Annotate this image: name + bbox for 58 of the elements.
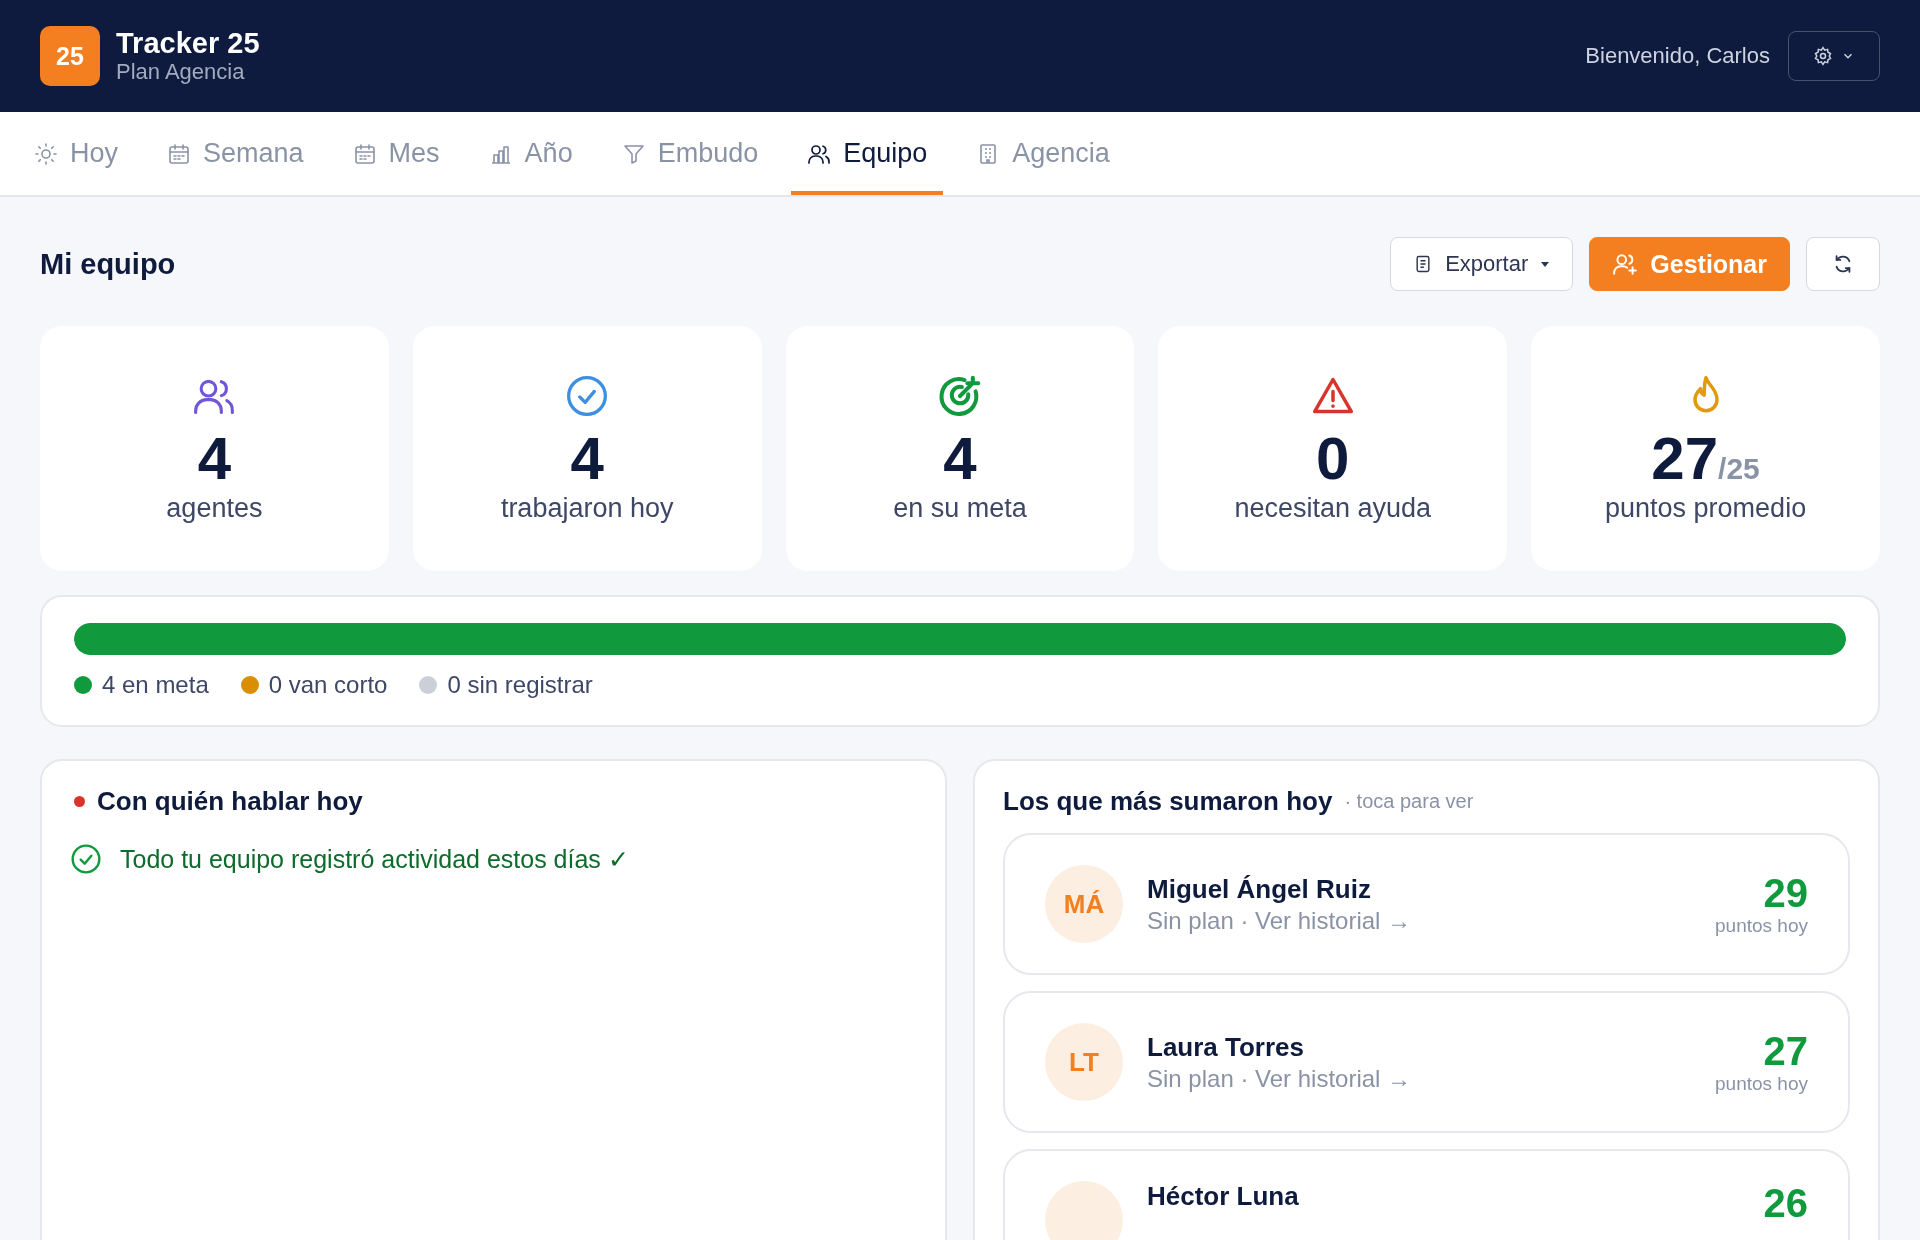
page-title: Mi equipo — [40, 247, 176, 281]
tab[interactable]: Año — [472, 112, 589, 195]
legend-label: 4 en meta — [102, 671, 209, 699]
settings-icon — [1813, 46, 1833, 66]
welcome-text: Bienvenido, Carlos — [1585, 43, 1770, 69]
tab[interactable]: Semana — [151, 112, 320, 195]
legend-label: 0 van corto — [268, 671, 388, 699]
plan-name: Plan Agencia — [116, 59, 246, 85]
check-circle-icon — [70, 843, 102, 875]
calendar-icon — [167, 141, 191, 166]
tab[interactable]: Hoy — [18, 112, 134, 195]
caret-icon — [1540, 259, 1551, 269]
panel-title: Los que más sumaron hoy — [1003, 785, 1333, 817]
agent-name: Laura Torres — [1147, 1031, 1305, 1063]
target-icon — [938, 373, 982, 418]
agent-row[interactable]: LT Laura Torres Sin plan · Ver historial → 27 puntos hoy — [1003, 991, 1850, 1133]
panel-hint: · toca para ver — [1344, 789, 1474, 813]
manage-button[interactable]: Gestionar — [1589, 237, 1790, 291]
tab[interactable]: Equipo — [791, 112, 944, 195]
tab[interactable]: Embudo — [605, 112, 775, 195]
agent-detail: Sin plan · Ver historial → — [1147, 1064, 1413, 1093]
points-label: puntos hoy — [1715, 1073, 1808, 1095]
stat-label: necesitan ayuda — [1234, 492, 1432, 524]
tab[interactable]: Agencia — [960, 112, 1126, 195]
avatar: LT — [1045, 1023, 1123, 1101]
points-value: 27 — [1763, 1029, 1808, 1073]
agent-name: Miguel Ángel Ruiz — [1147, 873, 1372, 905]
app-title: Tracker 25 — [116, 27, 260, 59]
stat-label: trabajaron hoy — [500, 492, 674, 524]
sun-icon — [34, 141, 58, 166]
legend-label: 0 sin registrar — [447, 671, 593, 699]
avatar: MÁ — [1045, 865, 1123, 943]
logo-badge: 25 — [40, 26, 100, 86]
stat-value: 0 — [1316, 423, 1350, 493]
settings-button[interactable] — [1788, 31, 1880, 81]
stat-value: 27/25 — [1651, 423, 1760, 493]
stat-label: en su meta — [893, 492, 1027, 524]
stat-value: 4 — [943, 423, 977, 493]
export-button[interactable]: Exportar — [1390, 237, 1574, 291]
tab[interactable]: Mes — [336, 112, 456, 195]
points-value: 26 — [1763, 1181, 1808, 1225]
stat-value: 4 — [570, 423, 604, 493]
calendar-icon — [352, 141, 377, 166]
stat-label: puntos promedio — [1605, 492, 1807, 524]
stat-label: agentes — [166, 492, 263, 524]
agent-row[interactable]: Héctor Luna 26 — [1003, 1149, 1850, 1240]
points-label: puntos hoy — [1715, 915, 1808, 937]
status-dot — [74, 795, 85, 807]
panel-title: Con quién hablar hoy — [97, 785, 363, 817]
user-plus-icon — [1612, 251, 1639, 277]
agent-name: Héctor Luna — [1147, 1181, 1300, 1212]
points-value: 29 — [1763, 871, 1808, 915]
refresh-button[interactable] — [1806, 237, 1880, 291]
agent-detail: Sin plan · Ver historial → — [1147, 906, 1413, 935]
stat-value: 4 — [197, 423, 232, 493]
status-message: Todo tu equipo registró actividad estos días ✓ — [120, 844, 629, 874]
agent-row[interactable]: MÁ Miguel Ángel Ruiz Sin plan · Ver historial → 29 puntos hoy — [1003, 833, 1850, 975]
check-circle-icon — [565, 373, 610, 418]
